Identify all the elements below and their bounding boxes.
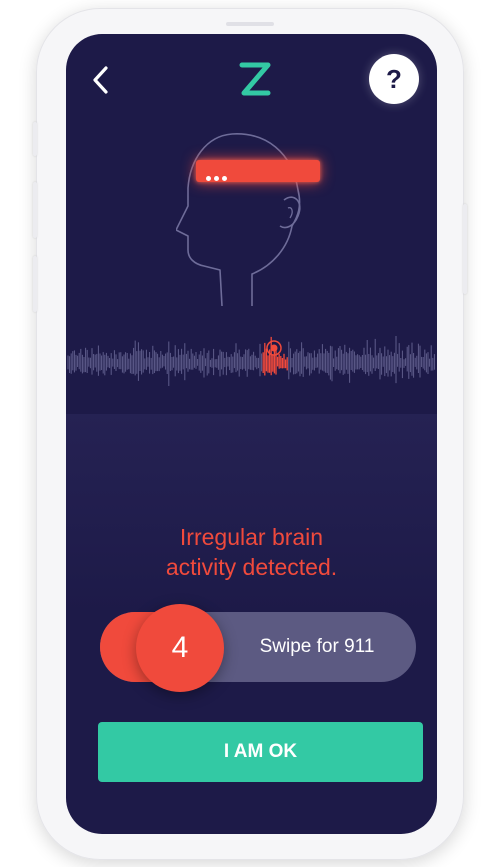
status-dots-icon (206, 168, 230, 181)
power-button (463, 204, 467, 294)
swipe-label: Swipe for 911 (259, 636, 375, 657)
countdown-slider-knob[interactable]: 4 (136, 604, 224, 692)
chevron-left-icon (93, 66, 108, 94)
head-outline-illustration (175, 126, 336, 307)
help-button[interactable]: ? (369, 54, 419, 104)
volume-up-button (33, 182, 37, 238)
back-button[interactable] (88, 60, 116, 100)
speaker-grille (226, 22, 274, 26)
anomaly-marker-dot (270, 344, 278, 352)
mute-switch (33, 122, 37, 156)
z-logo-icon (236, 57, 274, 101)
background-glow (66, 414, 437, 614)
i-am-ok-button[interactable]: I AM OK (98, 722, 423, 782)
headband-device (196, 160, 320, 182)
app-screen: ? Irregular brain activity detected. Swi… (66, 34, 437, 834)
alert-message: Irregular brain activity detected. (165, 524, 338, 580)
volume-down-button (33, 256, 37, 312)
brain-activity-waveform (67, 336, 435, 386)
